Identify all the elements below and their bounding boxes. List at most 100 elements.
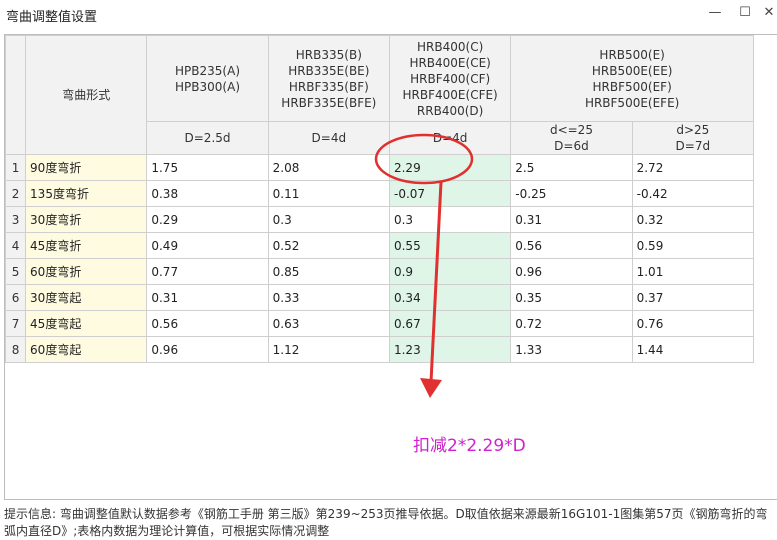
value-cell[interactable]: 1.44 xyxy=(631,336,755,363)
row-number: 8 xyxy=(5,336,27,363)
steel-grade-label: HPB235(A) xyxy=(175,63,240,78)
window-title: 弯曲调整值设置 xyxy=(6,10,98,25)
value-cell[interactable]: 2.72 xyxy=(631,154,755,181)
table-row[interactable]: 2 135度弯折 0.38 0.11 -0.07 -0.25 -0.42 xyxy=(5,180,755,207)
value-cell[interactable]: 0.52 xyxy=(267,232,390,259)
header-bend-diameter: D=2.5d xyxy=(146,121,269,155)
value-cell[interactable]: 1.23 xyxy=(388,336,512,363)
value-cell[interactable]: -0.42 xyxy=(631,180,755,207)
bend-form-cell[interactable]: 60度弯折 xyxy=(25,258,148,285)
value-cell[interactable]: 2.29 xyxy=(388,154,512,181)
value-cell[interactable]: 0.76 xyxy=(631,310,755,337)
value-cell[interactable]: 0.63 xyxy=(267,310,390,337)
deduction-annotation: 扣减2*2.29*D xyxy=(413,436,526,456)
table-row[interactable]: 4 45度弯折 0.49 0.52 0.55 0.56 0.59 xyxy=(5,232,755,259)
value-cell[interactable]: 0.31 xyxy=(510,206,633,233)
value-cell[interactable]: 0.49 xyxy=(146,232,269,259)
row-number: 6 xyxy=(5,284,27,311)
value-cell[interactable]: 1.33 xyxy=(510,336,633,363)
corner-cell xyxy=(5,35,27,155)
steel-grade-label: HRB400(C) xyxy=(417,39,484,54)
maximize-button[interactable]: ☐ xyxy=(736,4,754,22)
header-steel-grade-group: HRB400(C) HRB400E(CE) HRBF400(CF) HRBF400E(… xyxy=(388,35,512,122)
table-row[interactable]: 3 30度弯折 0.29 0.3 0.3 0.31 0.32 xyxy=(5,206,755,233)
steel-grade-label: HRB500(E) xyxy=(599,47,665,62)
row-number: 4 xyxy=(5,232,27,259)
header-bend-form: 弯曲形式 xyxy=(25,35,148,155)
bend-diameter-label: D=7d xyxy=(675,139,711,153)
value-cell[interactable]: 0.56 xyxy=(146,310,269,337)
value-cell[interactable]: 1.75 xyxy=(146,154,269,181)
value-cell[interactable]: 0.55 xyxy=(388,232,512,259)
header-steel-grade-group: HPB235(A) HPB300(A) xyxy=(146,35,269,122)
table-row[interactable]: 5 60度弯折 0.77 0.85 0.9 0.96 1.01 xyxy=(5,258,755,285)
value-cell[interactable]: -0.07 xyxy=(388,180,512,207)
bend-form-cell[interactable]: 30度弯折 xyxy=(25,206,148,233)
close-button[interactable]: ✕ xyxy=(760,4,777,22)
value-cell[interactable]: 2.08 xyxy=(267,154,390,181)
value-cell[interactable]: 0.96 xyxy=(510,258,633,285)
bend-diameter-label: D=4d xyxy=(311,131,347,145)
minimize-button[interactable]: — xyxy=(706,4,724,22)
steel-grade-label: HRBF500E(EFE) xyxy=(584,95,680,110)
table-row[interactable]: 1 90度弯折 1.75 2.08 2.29 2.5 2.72 xyxy=(5,154,755,181)
value-cell[interactable]: 0.77 xyxy=(146,258,269,285)
value-cell[interactable]: 0.34 xyxy=(388,284,512,311)
steel-grade-label: HRB500E(EE) xyxy=(591,63,673,78)
header-bend-diameter: d>25 D=7d xyxy=(631,121,755,155)
value-cell[interactable]: 0.11 xyxy=(267,180,390,207)
steel-grade-label: HRBF500(EF) xyxy=(592,79,672,94)
header-steel-grade-group: HRB500(E) HRB500E(EE) HRBF500(EF) HRBF500E(… xyxy=(510,35,754,122)
value-cell[interactable]: 0.29 xyxy=(146,206,269,233)
bend-diameter-label: d<=25 xyxy=(549,123,593,137)
value-cell[interactable]: 0.96 xyxy=(146,336,269,363)
value-cell[interactable]: 1.12 xyxy=(267,336,390,363)
row-number: 5 xyxy=(5,258,27,285)
value-cell[interactable]: 0.72 xyxy=(510,310,633,337)
header-steel-grade-group: HRB335(B) HRB335E(BE) HRBF335(BF) HRBF335E(… xyxy=(267,35,390,122)
value-cell[interactable]: 0.33 xyxy=(267,284,390,311)
value-cell[interactable]: 0.31 xyxy=(146,284,269,311)
hint-text: 提示信息: 弯曲调整值默认数据参考《钢筋工手册 第三版》第239~253页推导依… xyxy=(4,507,768,538)
bend-form-cell[interactable]: 90度弯折 xyxy=(25,154,148,181)
value-cell[interactable]: 0.3 xyxy=(267,206,390,233)
bend-diameter-label: D=4d xyxy=(432,131,468,145)
value-cell[interactable]: 0.38 xyxy=(146,180,269,207)
value-cell[interactable]: 0.37 xyxy=(631,284,755,311)
value-cell[interactable]: 2.5 xyxy=(510,154,633,181)
bend-adjustment-grid[interactable]: 弯曲形式 HPB235(A) HPB300(A) HRB335(B) HRB335E(B… xyxy=(4,34,777,500)
row-number: 2 xyxy=(5,180,27,207)
bend-form-cell[interactable]: 45度弯折 xyxy=(25,232,148,259)
steel-grade-label: HRB400E(CE) xyxy=(409,55,491,70)
value-cell[interactable]: 0.3 xyxy=(388,206,512,233)
header-bend-diameter: D=4d xyxy=(388,121,512,155)
steel-grade-label: HRB335(B) xyxy=(295,47,362,62)
row-number: 7 xyxy=(5,310,27,337)
header-bend-diameter: D=4d xyxy=(267,121,390,155)
steel-grade-label: HRBF400E(CFE) xyxy=(402,87,498,102)
value-cell[interactable]: 0.9 xyxy=(388,258,512,285)
value-cell[interactable]: 0.32 xyxy=(631,206,755,233)
table-row[interactable]: 7 45度弯起 0.56 0.63 0.67 0.72 0.76 xyxy=(5,310,755,337)
bend-form-cell[interactable]: 30度弯起 xyxy=(25,284,148,311)
value-cell[interactable]: 0.59 xyxy=(631,232,755,259)
value-cell[interactable]: 1.01 xyxy=(631,258,755,285)
bend-form-cell[interactable]: 60度弯起 xyxy=(25,336,148,363)
bend-form-cell[interactable]: 45度弯起 xyxy=(25,310,148,337)
table-row[interactable]: 8 60度弯起 0.96 1.12 1.23 1.33 1.44 xyxy=(5,336,755,363)
value-cell[interactable]: 0.67 xyxy=(388,310,512,337)
value-cell[interactable]: 0.35 xyxy=(510,284,633,311)
steel-grade-label: HRB335E(BE) xyxy=(288,63,370,78)
title-bar: 弯曲调整值设置 — ☐ ✕ xyxy=(0,0,777,28)
header-bend-diameter: d<=25 D=6d xyxy=(510,121,633,155)
value-cell[interactable]: 0.56 xyxy=(510,232,633,259)
bend-form-cell[interactable]: 135度弯折 xyxy=(25,180,148,207)
value-cell[interactable]: 0.85 xyxy=(267,258,390,285)
row-number: 1 xyxy=(5,154,27,181)
table-row[interactable]: 6 30度弯起 0.31 0.33 0.34 0.35 0.37 xyxy=(5,284,755,311)
steel-grade-label: HRBF400(CF) xyxy=(410,71,491,86)
value-cell[interactable]: -0.25 xyxy=(510,180,633,207)
steel-grade-label: HPB300(A) xyxy=(175,79,240,94)
steel-grade-label: RRB400(D) xyxy=(416,103,484,118)
row-number: 3 xyxy=(5,206,27,233)
